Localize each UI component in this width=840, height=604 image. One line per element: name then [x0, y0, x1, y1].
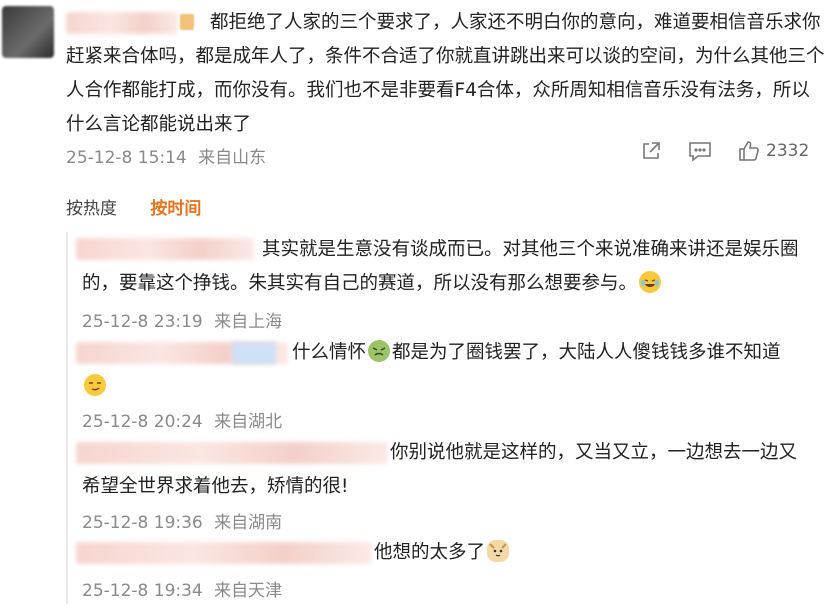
reply-meta: 25-12-8 19:36 来自湖南	[82, 508, 282, 533]
reply-text: 他想的太多了	[82, 536, 812, 570]
like-count: 2332	[766, 141, 810, 161]
reply-timestamp: 25-12-8 19:34	[82, 581, 203, 601]
tab-sort-hot[interactable]: 按热度	[66, 199, 117, 219]
doge-emoji-icon	[487, 540, 510, 562]
share-button[interactable]	[640, 140, 662, 162]
comment-actions: 2332	[640, 140, 809, 162]
reply-timestamp: 25-12-8 20:24	[82, 412, 203, 432]
reply-meta: 25-12-8 19:34 来自天津	[82, 576, 282, 601]
reply-location: 来自天津	[214, 581, 283, 601]
comment-icon	[689, 142, 711, 162]
reply-text: 什么情怀 都是为了圈钱罢了，大陆人人傻钱钱多谁不知道	[82, 336, 812, 404]
laughing-tears-emoji-icon	[639, 271, 662, 293]
reply-text: 其实就是生意没有谈成而已。对其他三个来说准确来讲还是娱乐圈的，要靠这个挣钱。朱其…	[82, 239, 799, 294]
thumbs-up-icon	[739, 141, 759, 161]
comment-meta: 25-12-8 15:14 来自山东	[66, 143, 266, 168]
reply-meta: 25-12-8 23:19 来自上海	[82, 307, 282, 332]
reply-location: 来自上海	[214, 312, 283, 332]
reply-timestamp: 25-12-8 19:36	[82, 513, 203, 533]
disgusted-emoji-icon	[368, 340, 391, 362]
reply-location: 来自湖北	[214, 412, 283, 432]
reply-thread-divider	[66, 232, 68, 604]
comment-location: 来自山东	[198, 148, 267, 168]
comment-timestamp: 25-12-8 15:14	[66, 148, 187, 168]
reply-meta: 25-12-8 20:24 来自湖北	[82, 407, 282, 432]
reply-timestamp: 25-12-8 23:19	[82, 312, 203, 332]
reply-text: 你别说他就是这样的，又当又立，一边想去一边又希望全世界求着他去，矫情的很!	[82, 442, 798, 497]
comment-text: 都拒绝了人家的三个要求了，人家还不明白你的意向，难道要相信音乐求你赶紧来合体吗，…	[66, 12, 825, 135]
smirk-emoji-icon	[84, 374, 106, 396]
reply-button[interactable]	[688, 140, 712, 162]
like-button[interactable]: 2332	[738, 140, 809, 162]
share-icon	[643, 142, 660, 159]
tab-sort-time[interactable]: 按时间	[150, 199, 201, 219]
reply-location: 来自湖南	[214, 513, 283, 533]
avatar[interactable]	[2, 6, 54, 58]
sort-tabs: 按热度 按时间	[66, 194, 201, 219]
